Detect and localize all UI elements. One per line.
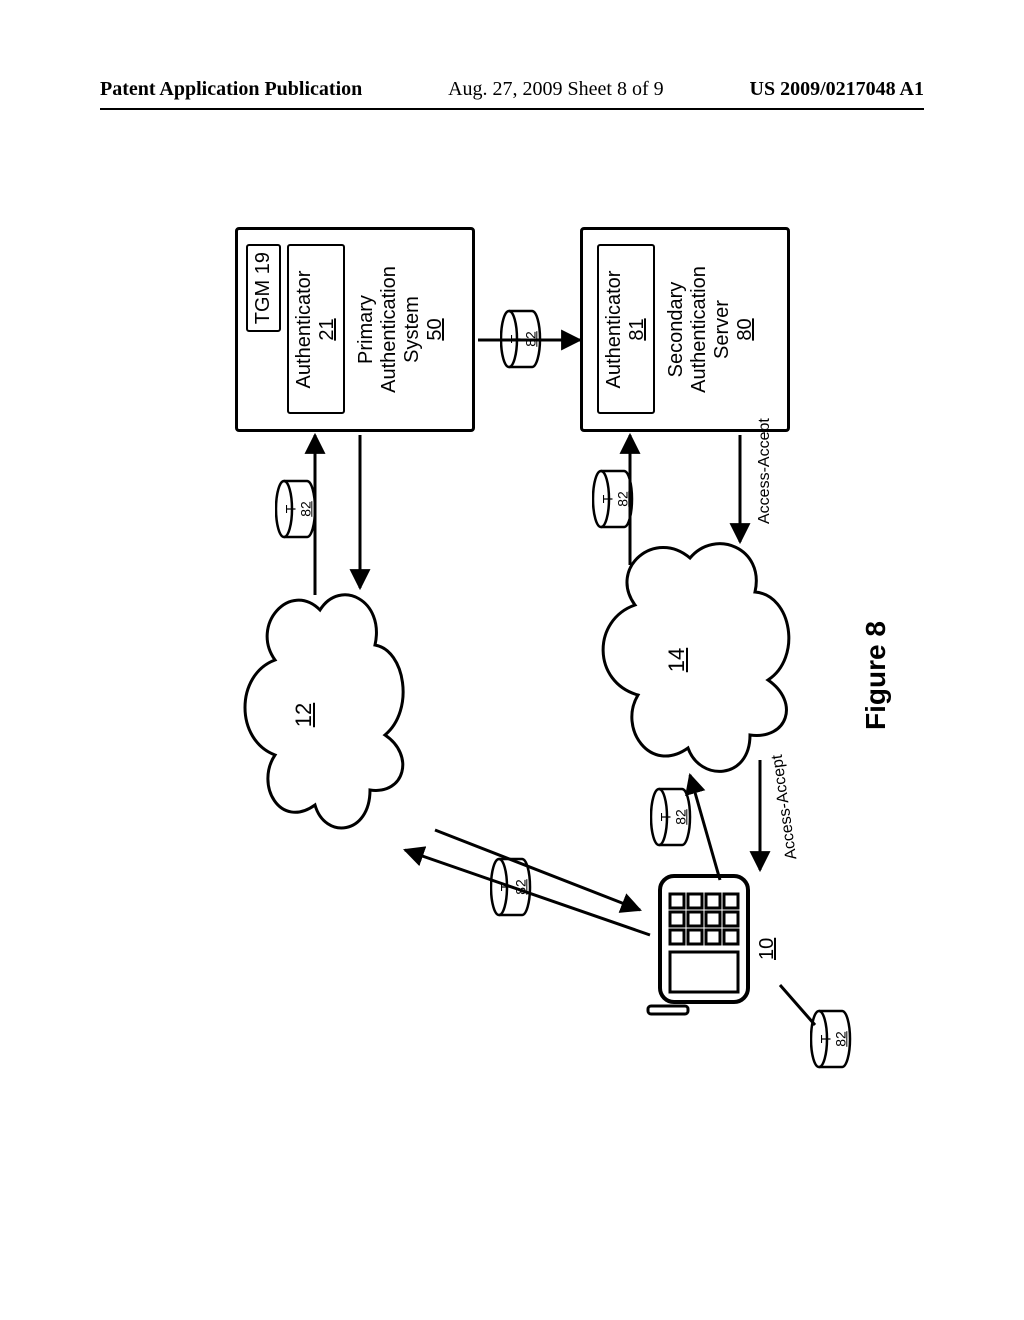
header-left: Patent Application Publication: [100, 78, 362, 101]
token-letter: T: [497, 883, 513, 892]
primary-title-line1: Primary: [355, 295, 377, 364]
secondary-title-ref: 80: [734, 318, 756, 340]
token-ref: 82: [512, 879, 528, 895]
label-access-accept-right: Access-Accept: [756, 418, 774, 524]
token-up14: T82: [650, 786, 694, 848]
token-to-primary: T82: [275, 478, 319, 540]
header-rule: [100, 108, 924, 110]
figure-label: Figure 8: [860, 621, 892, 730]
token-ref: 82: [522, 331, 538, 347]
header-center: Aug. 27, 2009 Sheet 8 of 9: [362, 78, 749, 101]
page-header: Patent Application Publication Aug. 27, …: [0, 78, 1024, 107]
secondary-authenticator-label: Authenticator: [603, 271, 625, 389]
cloud-14: 14: [580, 530, 810, 790]
token-ref: 82: [672, 809, 688, 825]
cloud-12: 12: [220, 580, 420, 850]
primary-box-title: Primary Authentication System 50: [355, 236, 447, 423]
token-phone: T82: [810, 1008, 854, 1070]
primary-authenticator-label: Authenticator: [293, 271, 315, 389]
token-letter: T: [507, 335, 523, 344]
primary-authenticator-ref: 21: [316, 318, 338, 340]
primary-title-line3: System: [401, 296, 423, 363]
token-to-secondary: T82: [592, 468, 636, 530]
cloud-14-ref: 14: [664, 648, 690, 672]
cloud-12-ref: 12: [291, 703, 317, 727]
secondary-title-line1: Secondary: [665, 282, 687, 378]
tgm-box: TGM 19: [246, 244, 281, 332]
secondary-title-line3: Server: [711, 300, 733, 359]
token-letter: T: [599, 495, 615, 504]
secondary-auth-server: Authenticator 81 Secondary Authenticatio…: [580, 227, 790, 432]
token-letter: T: [282, 505, 298, 514]
token-primary-secondary: T82: [500, 308, 544, 370]
token-letter: T: [817, 1035, 833, 1044]
primary-authenticator-box: Authenticator 21: [287, 245, 345, 415]
secondary-title-line2: Authentication: [688, 266, 710, 393]
phone-ref: 10: [756, 938, 779, 960]
token-ref: 82: [614, 491, 630, 507]
token-ref: 82: [832, 1031, 848, 1047]
primary-title-ref: 50: [424, 318, 446, 340]
primary-title-line2: Authentication: [378, 266, 400, 393]
secondary-authenticator-ref: 81: [626, 318, 648, 340]
token-letter: T: [657, 813, 673, 822]
token-ref: 82: [297, 501, 313, 517]
token-up12: T82: [490, 856, 534, 918]
header-right: US 2009/0217048 A1: [750, 78, 924, 101]
secondary-box-title: Secondary Authentication Server 80: [665, 236, 757, 423]
primary-auth-system: TGM 19 Authenticator 21 Primary Authenti…: [235, 227, 475, 432]
secondary-authenticator-box: Authenticator 81: [597, 245, 655, 415]
figure-8: 12 14 TGM 19 Authenticator 21 Prim: [120, 200, 910, 1160]
